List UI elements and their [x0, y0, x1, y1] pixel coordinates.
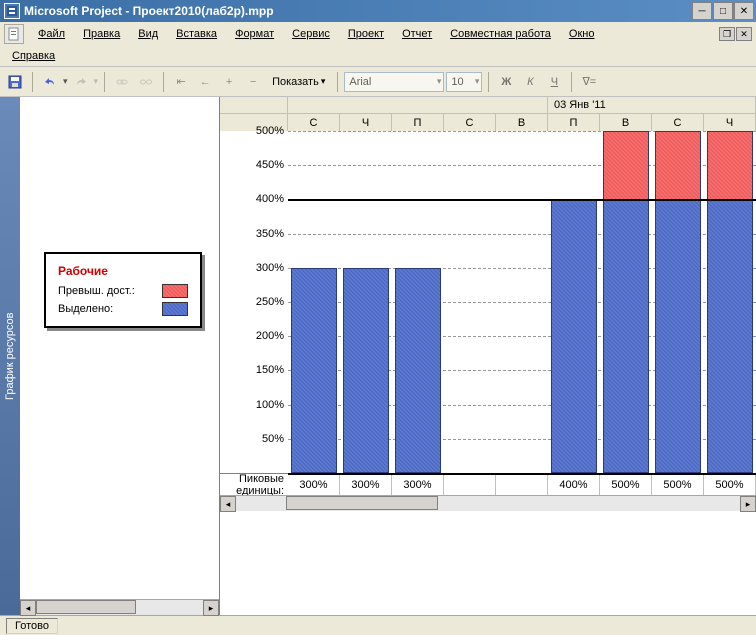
y-tick: 450% [256, 159, 284, 171]
resource-bar[interactable] [551, 199, 597, 473]
swatch-blue [162, 302, 188, 316]
window-title: Microsoft Project - Проект2010(лаб2р).mp… [24, 4, 692, 18]
y-tick: 50% [262, 433, 284, 445]
peak-cell [444, 474, 496, 495]
fontsize-dropdown[interactable]: 10 [446, 72, 482, 92]
peak-cell: 300% [288, 474, 340, 495]
nav-prev-button[interactable]: ← [194, 71, 216, 93]
filter-button[interactable]: ∇= [578, 71, 600, 93]
resource-bar[interactable] [655, 131, 701, 473]
menu-view[interactable]: Вид [130, 26, 166, 42]
menu-edit[interactable]: Правка [75, 26, 128, 42]
y-tick: 150% [256, 364, 284, 376]
day-header: С [444, 114, 496, 131]
menu-window[interactable]: Окно [561, 26, 603, 42]
resource-bar[interactable] [395, 268, 441, 473]
nav-first-button[interactable]: ⇤ [170, 71, 192, 93]
mdi-restore-button[interactable]: ❐ [719, 27, 735, 41]
save-button[interactable] [4, 71, 26, 93]
left-scroll-right[interactable]: ▸ [203, 600, 219, 616]
peak-cell [496, 474, 548, 495]
day-header: С [288, 114, 340, 131]
peak-units-label: Пиковые единицы: [220, 474, 288, 495]
resource-bar[interactable] [707, 131, 753, 473]
titlebar: Microsoft Project - Проект2010(лаб2р).mp… [0, 0, 756, 22]
day-header: П [548, 114, 600, 131]
day-header: П [392, 114, 444, 131]
nav-add-button[interactable]: + [218, 71, 240, 93]
menu-collab[interactable]: Совместная работа [442, 26, 559, 42]
y-tick: 400% [256, 193, 284, 205]
y-tick: 300% [256, 262, 284, 274]
menu-project[interactable]: Проект [340, 26, 392, 42]
legend-title: Рабочие [58, 264, 188, 278]
chart-pane: 03 Янв '11СЧПСВПВСЧ 500%450%400%350%300%… [220, 97, 756, 615]
menu-tools[interactable]: Сервис [284, 26, 338, 42]
y-tick: 250% [256, 296, 284, 308]
y-tick: 500% [256, 125, 284, 137]
maximize-button[interactable]: □ [713, 2, 733, 20]
close-button[interactable]: ✕ [734, 2, 754, 20]
italic-button[interactable]: К [519, 71, 541, 93]
resource-bar[interactable] [291, 268, 337, 473]
left-scroll-track[interactable] [36, 600, 203, 615]
resource-bar[interactable] [343, 268, 389, 473]
swatch-red [162, 284, 188, 298]
legend-pane: Рабочие Превыш. дост.: Выделено: ◂ ▸ [20, 97, 220, 615]
menu-report[interactable]: Отчет [394, 26, 440, 42]
legend-row-alloc: Выделено: [58, 302, 188, 316]
chart-scroll-right[interactable]: ▸ [740, 496, 756, 512]
y-tick: 100% [256, 399, 284, 411]
minimize-button[interactable]: ─ [692, 2, 712, 20]
chart-scroll-left[interactable]: ◂ [220, 496, 236, 512]
peak-cell: 500% [652, 474, 704, 495]
show-dropdown[interactable]: Показать▾ [266, 74, 331, 90]
nav-sub-button[interactable]: − [242, 71, 264, 93]
y-tick: 350% [256, 228, 284, 240]
status-text: Готово [6, 618, 58, 634]
y-tick: 200% [256, 330, 284, 342]
menu-file[interactable]: Файл [30, 26, 73, 42]
redo-button[interactable] [70, 71, 92, 93]
peak-cell: 400% [548, 474, 600, 495]
underline-button[interactable]: Ч [543, 71, 565, 93]
day-header: В [600, 114, 652, 131]
menu-format[interactable]: Формат [227, 26, 282, 42]
bold-button[interactable]: Ж [495, 71, 517, 93]
day-header: В [496, 114, 548, 131]
toolbar: ▾ ▾ ⇤ ← + − Показать▾ Arial 10 Ж К Ч ∇= [0, 67, 756, 97]
chart-scroll-track[interactable] [236, 496, 740, 511]
day-header: С [652, 114, 704, 131]
peak-cell: 500% [704, 474, 756, 495]
legend-over-label: Превыш. дост.: [58, 285, 135, 297]
peak-cell: 300% [392, 474, 444, 495]
legend-box: Рабочие Превыш. дост.: Выделено: [44, 252, 202, 328]
font-dropdown[interactable]: Arial [344, 72, 444, 92]
resource-bar[interactable] [603, 131, 649, 473]
legend-alloc-label: Выделено: [58, 303, 113, 315]
menu-help[interactable]: Справка [4, 48, 63, 64]
peak-cell: 500% [600, 474, 652, 495]
day-header: Ч [340, 114, 392, 131]
menubar: Файл Правка Вид Вставка Формат Сервис Пр… [0, 22, 756, 67]
menu-doc-icon[interactable] [4, 24, 24, 44]
statusbar: Готово [0, 615, 756, 635]
left-scroll-left[interactable]: ◂ [20, 600, 36, 616]
undo-button[interactable] [39, 71, 61, 93]
view-sidebar[interactable]: График ресурсов [0, 97, 20, 615]
app-icon [4, 3, 20, 19]
link-button[interactable] [111, 71, 133, 93]
timescale-period: 03 Янв '11 [548, 97, 756, 113]
day-header: Ч [704, 114, 756, 131]
unlink-button[interactable] [135, 71, 157, 93]
peak-cell: 300% [340, 474, 392, 495]
legend-row-over: Превыш. дост.: [58, 284, 188, 298]
mdi-close-button[interactable]: ✕ [736, 27, 752, 41]
menu-insert[interactable]: Вставка [168, 26, 225, 42]
